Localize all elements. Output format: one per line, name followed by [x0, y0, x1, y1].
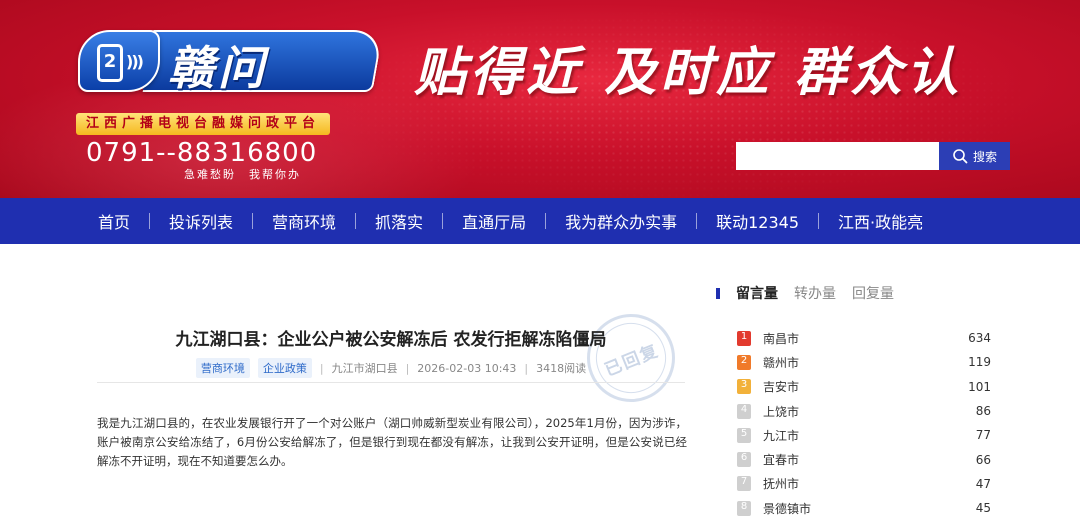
rank-number-badge: 1	[737, 330, 751, 346]
ranking-panel: 留言量 转办量 回复量 1 南昌市 634 2 赣州市 119 3 吉安市 101 4 上饶市 86 5…	[716, 280, 996, 516]
rank-number-badge: 2	[737, 354, 751, 370]
rank-count: 86	[975, 404, 991, 419]
ranking-row[interactable]: 3 吉安市 101	[737, 375, 991, 399]
tab-transfer-count[interactable]: 转办量	[794, 283, 836, 303]
rank-number-badge: 4	[737, 403, 751, 419]
rank-city-name: 宜春市	[763, 453, 800, 468]
rank-city-name: 赣州市	[763, 355, 800, 370]
rank-city-name: 景德镇市	[763, 501, 812, 516]
ranking-row[interactable]: 2 赣州市 119	[737, 350, 991, 374]
rank-count: 101	[968, 379, 991, 394]
slogan: 贴得近 及时应 群众认	[414, 43, 963, 103]
nav-item-complaint-list[interactable]: 投诉列表	[150, 209, 252, 233]
search-button-label: 搜索	[972, 149, 997, 164]
platform-name: 江西广播电视台融媒问政平台	[76, 113, 330, 135]
meta-divider: |	[524, 361, 529, 375]
search-input[interactable]	[736, 142, 939, 170]
ranking-row[interactable]: 4 上饶市 86	[737, 399, 991, 423]
ranking-tabs: 留言量 转办量 回复量	[716, 280, 996, 306]
logo-badge: 2 )))	[78, 30, 160, 92]
ranking-row[interactable]: 1 南昌市 634	[737, 326, 991, 350]
ranking-list: 1 南昌市 634 2 赣州市 119 3 吉安市 101 4 上饶市 86 5 九江市 77 6 宜春市 66 7…	[737, 326, 991, 518]
rank-number-badge: 7	[737, 476, 751, 492]
logo-badge-number: 2	[103, 51, 117, 72]
search-button[interactable]: 搜索	[939, 142, 1010, 170]
rank-city-name: 抚州市	[763, 477, 800, 492]
ranking-row[interactable]: 7 抚州市 47	[737, 472, 991, 496]
search-icon	[953, 149, 968, 164]
ranking-row[interactable]: 6 宜春市 66	[737, 447, 991, 471]
ranking-row[interactable]: 5 九江市 77	[737, 423, 991, 447]
rank-count: 119	[968, 355, 991, 370]
meta-divider: |	[319, 361, 324, 375]
phone-icon: 2	[97, 44, 123, 82]
nav-item-direct-departments[interactable]: 直通厅局	[443, 209, 545, 233]
main-nav: 首页 投诉列表 营商环境 抓落实 直通厅局 我为群众办实事 联动12345 江西…	[0, 198, 1080, 244]
header-banner: 2 ))) 赣问 江西广播电视台融媒问政平台 0791--88316800 急难…	[0, 0, 1080, 198]
rank-city-name: 吉安市	[763, 380, 800, 395]
rank-city-name: 南昌市	[763, 331, 800, 346]
meta-divider: |	[405, 361, 410, 375]
article-meta: 营商环境 企业政策 | 九江市湖口县 | 2026-02-03 10:43 | …	[97, 358, 685, 378]
article-datetime: 2026-02-03 10:43	[417, 361, 517, 375]
site-logo[interactable]: 2 ))) 赣问	[78, 26, 384, 100]
logo-text: 赣问	[168, 41, 268, 95]
rank-count: 634	[968, 331, 991, 346]
hotline-number: 0791--88316800	[86, 138, 318, 168]
rank-number-badge: 6	[737, 452, 751, 468]
rank-count: 66	[975, 452, 991, 467]
article-body: 我是九江湖口县的，在农业发展银行开了一个对公账户（湖口帅威新型炭业有限公司），2…	[97, 416, 687, 468]
nav-item-jiangxi-zhengnengliang[interactable]: 江西·政能亮	[819, 209, 942, 233]
tab-message-count[interactable]: 留言量	[736, 283, 778, 303]
rank-number-badge: 5	[737, 427, 751, 443]
article-divider	[97, 382, 685, 383]
article-read-count: 3418阅读	[536, 362, 587, 375]
nav-item-home[interactable]: 首页	[79, 209, 149, 233]
rank-city-name: 九江市	[763, 428, 800, 443]
nav-item-12345[interactable]: 联动12345	[697, 209, 818, 233]
rank-number-badge: 8	[737, 500, 751, 516]
tag-enterprise-policy[interactable]: 企业政策	[257, 358, 312, 378]
ranking-row[interactable]: 8 景德镇市 45	[737, 496, 991, 518]
nav-item-business-environment[interactable]: 营商环境	[253, 209, 355, 233]
signal-waves-icon: )))	[126, 52, 144, 71]
rank-number-badge: 3	[737, 379, 751, 395]
rank-count: 47	[975, 476, 991, 491]
ranking-marker	[716, 287, 720, 299]
nav-item-practical-matters[interactable]: 我为群众办实事	[546, 209, 696, 233]
hotline-tagline: 急难愁盼 我帮你办	[184, 168, 301, 181]
nav-item-implementation[interactable]: 抓落实	[356, 209, 442, 233]
tab-reply-count[interactable]: 回复量	[852, 283, 894, 303]
article-location: 九江市湖口县	[331, 362, 398, 375]
rank-count: 77	[975, 428, 991, 443]
rank-count: 45	[975, 501, 991, 516]
rank-city-name: 上饶市	[763, 404, 800, 419]
article-title: 九江湖口县：企业公户被公安解冻后 农发行拒解冻陷僵局	[175, 330, 607, 350]
tag-business-environment[interactable]: 营商环境	[195, 358, 250, 378]
